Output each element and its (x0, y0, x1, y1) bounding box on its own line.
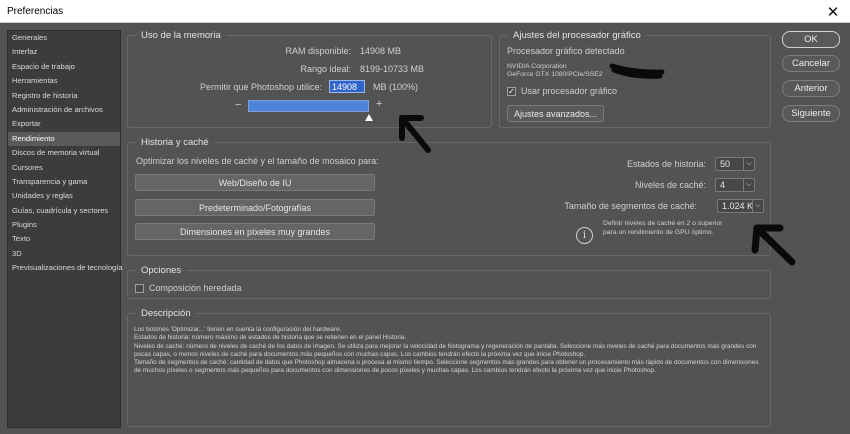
optimize-large-button[interactable]: Dimensiones en píxeles muy grandes (135, 223, 375, 240)
nav-item-cursores[interactable]: Cursores (8, 161, 120, 175)
ideal-label: Rango ideal: (300, 64, 351, 74)
description-line: Estados de historia: número máximo de es… (134, 334, 407, 342)
nav-item-guías-cuadrícula-y-sectores[interactable]: Guías, cuadrícula y sectores (8, 204, 120, 218)
previous-button[interactable]: Anterior (782, 80, 840, 97)
nav-item-plugins[interactable]: Plugins (8, 218, 120, 232)
chevron-down-icon: ⌵ (752, 200, 763, 212)
gpu-vendor: NVIDIA Corporation (507, 63, 567, 70)
cache-levels-value: 4 (720, 180, 726, 190)
ram-label: RAM disponible: (285, 46, 351, 56)
memory-slider-track[interactable] (248, 100, 369, 112)
description-line: Tamaño de segmentos de caché: cantidad d… (134, 359, 759, 375)
cache-levels-select[interactable]: 4 ⌵ (715, 178, 755, 192)
allow-suffix: MB (100%) (373, 82, 419, 92)
history-states-label: Estados de historia: (626, 159, 706, 169)
ideal-value: 8199-10733 MB (360, 64, 425, 74)
use-gpu-checkbox[interactable]: ✓ (507, 87, 516, 96)
nav-item-texto[interactable]: Texto (8, 232, 120, 246)
nav-item-transparencia-y-gama[interactable]: Transparencia y gama (8, 175, 120, 189)
chevron-down-icon: ⌵ (743, 158, 754, 170)
cancel-button[interactable]: Cancelar (782, 55, 840, 72)
options-panel-title: Opciones (136, 265, 187, 276)
description-line: Los botones 'Optimizar...' tienen en cue… (134, 326, 342, 333)
close-icon[interactable]: ✕ (816, 0, 850, 23)
title-bar: Preferencias ✕ (0, 0, 850, 23)
nav-item-registro-de-historia[interactable]: Registro de historia (8, 89, 120, 103)
history-panel-title: Historia y caché (136, 137, 214, 148)
nav-item-interfaz[interactable]: Interfaz (8, 45, 120, 59)
cache-levels-label: Niveles de caché: (634, 180, 706, 190)
cache-tile-label: Tamaño de segmentos de caché: (564, 201, 697, 211)
gpu-panel-title: Ajustes del procesador gráfico (508, 30, 646, 41)
legacy-compositing-checkbox[interactable] (135, 284, 144, 293)
ram-value: 14908 MB (360, 46, 402, 56)
nav-item-discos-de-memoria-virtual[interactable]: Discos de memoria virtual (8, 146, 120, 160)
cache-tile-select[interactable]: 1.024 K ⌵ (717, 199, 764, 213)
memory-allow-input[interactable] (329, 80, 365, 93)
optimize-default-button[interactable]: Predeterminado/Fotografías (135, 199, 375, 216)
description-panel: Descripción Los botones 'Optimizar...' t… (127, 308, 771, 427)
memory-panel: Uso de la memoria RAM disponible: 14908 … (127, 30, 492, 128)
optimize-label: Optimizar los niveles de caché y el tama… (136, 156, 379, 166)
history-states-value: 50 (720, 159, 731, 169)
gpu-model: GeForce GTX 1080/PCIe/SSE2 (507, 71, 603, 78)
history-states-select[interactable]: 50 ⌵ (715, 157, 755, 171)
next-button[interactable]: Siguiente (782, 105, 840, 122)
nav-item-previsualizaciones-de-tecnología[interactable]: Previsualizaciones de tecnología (8, 261, 123, 275)
memory-panel-title: Uso de la memoria (136, 30, 226, 41)
gpu-cache-info: Definir niveles de caché en 2 o superior… (603, 220, 723, 236)
chevron-down-icon: ⌵ (743, 179, 754, 191)
slider-minus-icon[interactable]: − (235, 99, 241, 111)
cache-tile-value: 1.024 K (722, 201, 754, 211)
nav-item-herramientas[interactable]: Herramientas (8, 74, 120, 88)
history-panel: Historia y caché Optimizar los niveles d… (127, 137, 771, 256)
legacy-compositing-label: Composición heredada (149, 283, 242, 293)
nav-item-espacio-de-trabajo[interactable]: Espacio de trabajo (8, 60, 120, 74)
use-gpu-label: Usar procesador gráfico (521, 86, 618, 96)
gpu-panel: Ajustes del procesador gráfico Procesado… (499, 30, 771, 128)
optimize-web-button[interactable]: Web/Diseño de IU (135, 174, 375, 191)
window-title: Preferencias (7, 6, 64, 17)
memory-slider-thumb[interactable] (365, 114, 373, 121)
description-line: Niveles de caché: número de niveles de c… (134, 342, 757, 358)
description-panel-title: Descripción (136, 308, 196, 319)
nav-item-3d[interactable]: 3D (8, 247, 120, 261)
nav-item-administración-de-archivos[interactable]: Administración de archivos (8, 103, 120, 117)
advanced-settings-button[interactable]: Ajustes avanzados... (507, 105, 604, 122)
preferences-nav: Generales Interfaz Espacio de trabajo Herra… (7, 30, 123, 428)
info-icon: i (576, 227, 593, 244)
nav-item-generales[interactable]: Generales (8, 31, 120, 45)
ok-button[interactable]: OK (782, 31, 840, 48)
options-panel: Opciones Composición heredada (127, 265, 771, 299)
nav-item-unidades-y-reglas[interactable]: Unidades y reglas (8, 189, 120, 203)
nav-item-rendimiento[interactable]: Rendimiento (8, 131, 120, 147)
nav-item-exportar[interactable]: Exportar (8, 117, 120, 131)
slider-plus-icon[interactable]: + (376, 98, 382, 110)
allow-label: Permitir que Photoshop utilice: (199, 82, 322, 92)
description-text: Los botones 'Optimizar...' tienen en cue… (134, 326, 764, 376)
gpu-detected-label: Procesador gráfico detectado (507, 46, 625, 56)
memory-slider-fill (249, 101, 368, 111)
